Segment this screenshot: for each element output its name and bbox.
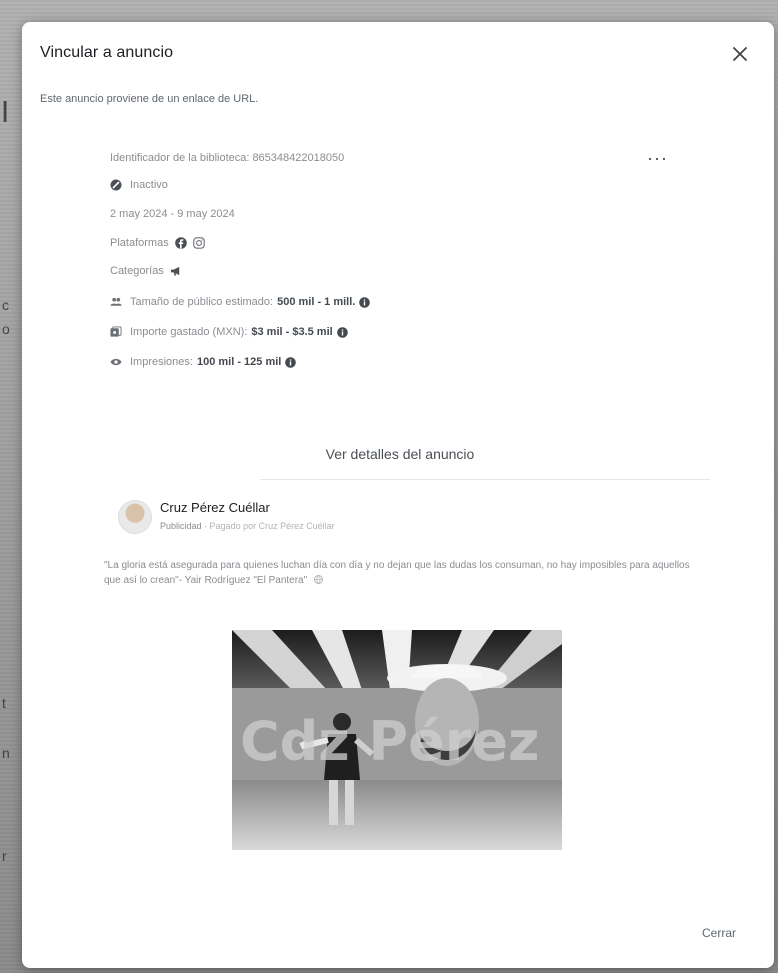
ad-body-text: "La gloria está asegurada para quienes l… bbox=[104, 558, 694, 588]
instagram-icon bbox=[192, 237, 205, 249]
paid-by-name: Cruz Pérez Cuéllar bbox=[258, 521, 335, 531]
dialog-subtitle: Este anuncio proviene de un enlace de UR… bbox=[40, 93, 259, 105]
status-text: Inactivo bbox=[130, 179, 168, 191]
impressions-value: 100 mil - 125 mil bbox=[196, 356, 282, 368]
paid-by-label: Pagado por bbox=[209, 521, 257, 531]
divider bbox=[260, 479, 710, 480]
platforms-row: Plataformas bbox=[110, 237, 205, 249]
ad-image[interactable]: Cdz Pérez bbox=[232, 630, 562, 850]
info-icon[interactable] bbox=[359, 296, 371, 308]
money-icon bbox=[110, 326, 122, 338]
categories-label: Categorías bbox=[110, 265, 164, 277]
library-id-row: Identificador de la biblioteca: 86534842… bbox=[110, 152, 344, 164]
impressions-row: Impresiones: 100 mil - 125 mil bbox=[110, 356, 297, 368]
spend-value: $3 mil - $3.5 mil bbox=[251, 326, 333, 338]
facebook-icon bbox=[174, 237, 187, 249]
library-id-label: Identificador de la biblioteca: bbox=[110, 152, 250, 164]
audience-row: Tamaño de público estimado: 500 mil - 1 … bbox=[110, 296, 371, 308]
background-fragment: o bbox=[2, 321, 10, 337]
background-fragment: n bbox=[2, 745, 10, 761]
dialog-title: Vincular a anuncio bbox=[40, 44, 174, 61]
megaphone-icon bbox=[170, 265, 182, 277]
more-options-button[interactable]: ··· bbox=[647, 149, 668, 167]
eye-icon bbox=[110, 356, 122, 368]
background-fragment: | bbox=[2, 97, 9, 122]
info-icon[interactable] bbox=[285, 356, 297, 368]
inactive-status-icon bbox=[110, 179, 122, 191]
background-fragment: c bbox=[2, 297, 9, 313]
sponsored-label: Publicidad bbox=[160, 521, 202, 531]
background-fragment: t bbox=[2, 695, 6, 711]
status-row: Inactivo bbox=[110, 179, 168, 191]
platforms-label: Plataformas bbox=[110, 237, 169, 249]
ad-body-content: "La gloria está asegurada para quienes l… bbox=[104, 560, 690, 586]
link-to-ad-dialog: Vincular a anuncio Este anuncio proviene… bbox=[22, 22, 774, 968]
more-options-icon: ··· bbox=[647, 148, 668, 168]
spend-label: Importe gastado (MXN): bbox=[130, 326, 248, 338]
ad-image-banner-text: Cdz Pérez bbox=[240, 710, 539, 773]
close-text-button[interactable]: Cerrar bbox=[702, 926, 736, 940]
advertiser-name[interactable]: Cruz Pérez Cuéllar bbox=[160, 500, 270, 515]
ad-details-link[interactable]: Ver detalles del anuncio bbox=[110, 446, 690, 462]
library-id-value: 865348422018050 bbox=[252, 152, 345, 164]
audience-value: 500 mil - 1 mill. bbox=[277, 296, 356, 308]
categories-row: Categorías bbox=[110, 265, 182, 277]
date-range-row: 2 may 2024 - 9 may 2024 bbox=[110, 208, 235, 220]
close-button[interactable] bbox=[728, 42, 752, 66]
avatar[interactable] bbox=[118, 500, 152, 534]
spend-row: Importe gastado (MXN): $3 mil - $3.5 mil bbox=[110, 326, 348, 338]
close-icon bbox=[733, 47, 747, 61]
audience-label: Tamaño de público estimado: bbox=[130, 296, 274, 308]
ad-meta: Publicidad · Pagado por Cruz Pérez Cuéll… bbox=[160, 521, 335, 531]
info-icon[interactable] bbox=[336, 326, 348, 338]
impressions-label: Impresiones: bbox=[130, 356, 193, 368]
people-icon bbox=[110, 296, 122, 308]
date-range: 2 may 2024 - 9 may 2024 bbox=[110, 208, 235, 220]
background-fragment: r bbox=[2, 848, 7, 864]
globe-icon bbox=[313, 575, 323, 585]
